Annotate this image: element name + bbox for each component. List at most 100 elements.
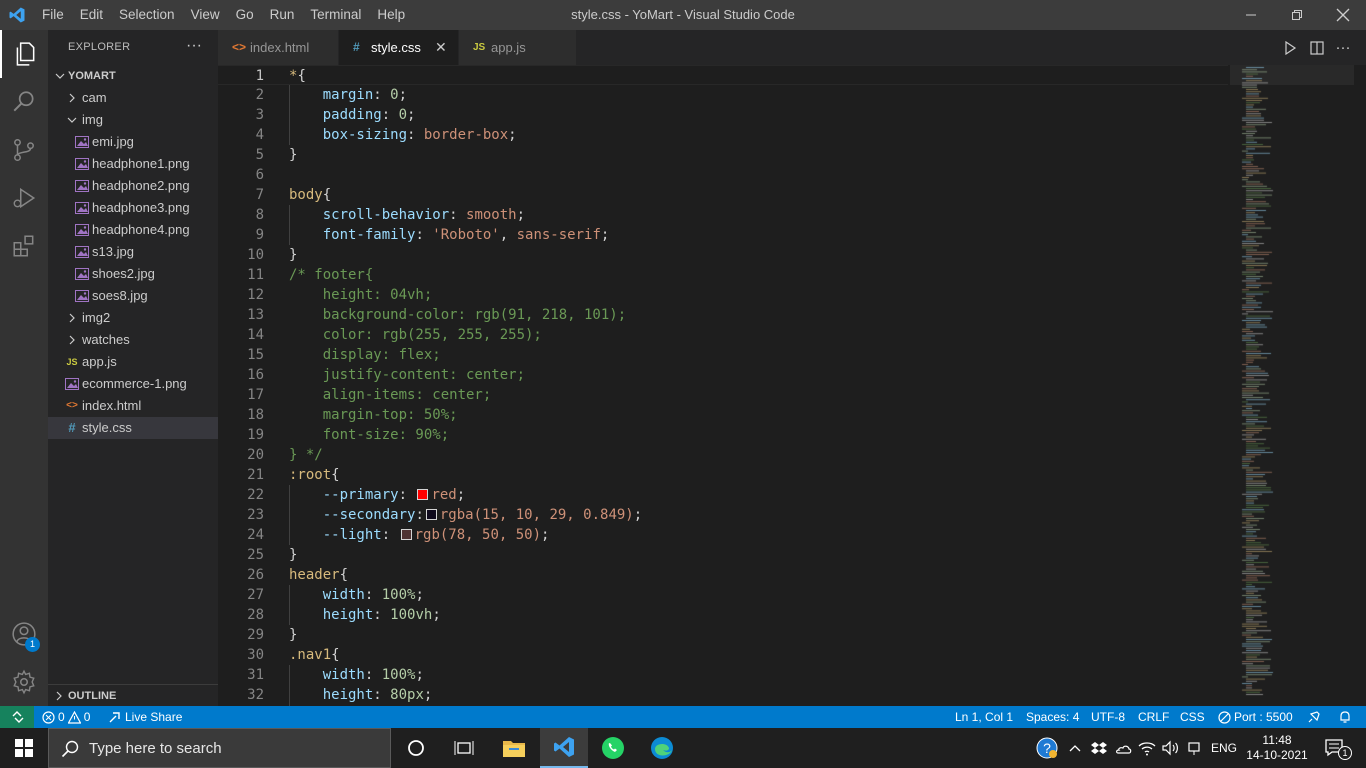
search-activity-button[interactable] <box>0 78 48 126</box>
code-line[interactable]: 17 align-items: center; <box>218 385 1228 405</box>
run-debug-activity-button[interactable] <box>0 174 48 222</box>
menu-go[interactable]: Go <box>228 0 262 30</box>
help-tray-icon[interactable]: ? <box>1034 728 1060 768</box>
close-tab-icon[interactable]: ✕ <box>435 30 447 65</box>
code-line[interactable]: 20} */ <box>218 445 1228 465</box>
code-line[interactable]: 31 width: 100%; <box>218 665 1228 685</box>
task-view-button[interactable] <box>440 728 488 768</box>
ethernet-tray-icon[interactable] <box>1184 728 1204 768</box>
manage-activity-button[interactable] <box>0 658 48 706</box>
volume-tray-icon[interactable] <box>1160 728 1182 768</box>
code-line[interactable]: 13 background-color: rgb(91, 218, 101); <box>218 305 1228 325</box>
tree-file-headphone1-png[interactable]: headphone1.png <box>48 153 218 175</box>
code-line[interactable]: 30 .nav1{ <box>218 645 1228 665</box>
network-tray-icon[interactable] <box>1136 728 1158 768</box>
tree-folder-img2[interactable]: img2 <box>48 307 218 329</box>
explorer-activity-button[interactable] <box>0 30 48 78</box>
tree-file-shoes2-jpg[interactable]: shoes2.jpg <box>48 263 218 285</box>
tree-file-soes8-jpg[interactable]: soes8.jpg <box>48 285 218 307</box>
code-line[interactable]: 6 <box>218 165 1228 185</box>
show-hidden-icons-button[interactable] <box>1066 728 1084 768</box>
explorer-more-button[interactable]: ··· <box>186 30 202 65</box>
remote-button[interactable] <box>0 706 34 728</box>
code-line[interactable]: 18 margin-top: 50%; <box>218 405 1228 425</box>
code-line[interactable]: 1 *{ <box>218 65 1228 85</box>
input-language-indicator[interactable]: ENG <box>1208 728 1240 768</box>
code-line[interactable]: 7 body{ <box>218 185 1228 205</box>
split-editor-button[interactable] <box>1304 30 1330 65</box>
code-line[interactable]: 22 --primary: red; <box>218 485 1228 505</box>
whatsapp-taskbar-button[interactable] <box>589 728 637 768</box>
encoding-selector[interactable]: UTF-8 <box>1091 706 1125 728</box>
code-line[interactable]: 23 --secondary: rgba(15, 10, 29, 0.849); <box>218 505 1228 525</box>
code-line[interactable]: 4 box-sizing: border-box; <box>218 125 1228 145</box>
action-center-button[interactable]: 1 <box>1318 728 1352 768</box>
code-line[interactable]: 14 color: rgb(255, 255, 255); <box>218 325 1228 345</box>
code-line[interactable]: 8 scroll-behavior: smooth; <box>218 205 1228 225</box>
editor-more-button[interactable]: ··· <box>1330 30 1356 65</box>
outline-section[interactable]: OUTLINE <box>48 684 218 706</box>
taskbar-search-box[interactable]: Type here to search <box>48 728 391 768</box>
explorer-root-folder[interactable]: YOMART <box>48 65 218 87</box>
code-line[interactable]: 16 justify-content: center; <box>218 365 1228 385</box>
live-server-port[interactable]: Port : 5500 <box>1218 706 1293 728</box>
problems-button[interactable]: 0 0 <box>42 706 90 728</box>
source-control-activity-button[interactable] <box>0 126 48 174</box>
extensions-activity-button[interactable] <box>0 222 48 270</box>
close-window-button[interactable] <box>1320 0 1366 30</box>
code-line[interactable]: 3 padding: 0; <box>218 105 1228 125</box>
code-line[interactable]: 9 font-family: 'Roboto', sans-serif; <box>218 225 1228 245</box>
code-line[interactable]: 32 height: 80px; <box>218 685 1228 705</box>
indentation-selector[interactable]: Spaces: 4 <box>1026 706 1079 728</box>
code-line[interactable]: 24 --light: rgb(78, 50, 50); <box>218 525 1228 545</box>
restore-button[interactable] <box>1274 0 1320 30</box>
tree-file-s13-jpg[interactable]: s13.jpg <box>48 241 218 263</box>
menu-terminal[interactable]: Terminal <box>302 0 369 30</box>
menu-selection[interactable]: Selection <box>111 0 183 30</box>
code-line[interactable]: 5} <box>218 145 1228 165</box>
vscode-logo-icon[interactable] <box>8 6 26 24</box>
dropbox-tray-icon[interactable] <box>1088 728 1110 768</box>
cursor-position[interactable]: Ln 1, Col 1 <box>955 706 1013 728</box>
run-file-button[interactable] <box>1277 30 1303 65</box>
code-line[interactable]: 12 height: 04vh; <box>218 285 1228 305</box>
code-line[interactable]: 27 width: 100%; <box>218 585 1228 605</box>
accounts-activity-button[interactable]: 1 <box>0 610 48 658</box>
menu-view[interactable]: View <box>183 0 228 30</box>
onedrive-tray-icon[interactable] <box>1112 728 1134 768</box>
menu-file[interactable]: File <box>34 0 72 30</box>
color-swatch[interactable] <box>400 529 412 540</box>
color-swatch[interactable] <box>425 509 437 520</box>
code-line[interactable]: 26 header{ <box>218 565 1228 585</box>
code-line[interactable]: 28 height: 100vh; <box>218 605 1228 625</box>
menu-run[interactable]: Run <box>262 0 303 30</box>
code-line[interactable]: 29} <box>218 625 1228 645</box>
tree-file-ecommerce-1-png[interactable]: ecommerce-1.png <box>48 373 218 395</box>
tree-file-headphone2-png[interactable]: headphone2.png <box>48 175 218 197</box>
language-selector[interactable]: CSS <box>1180 706 1205 728</box>
tree-file-app-js[interactable]: JS app.js <box>48 351 218 373</box>
tree-file-headphone4-png[interactable]: headphone4.png <box>48 219 218 241</box>
code-editor[interactable]: 1 *{2 margin: 0; 3 padding: 0; 4 box-sizing… <box>218 65 1366 706</box>
tree-folder-img[interactable]: img <box>48 109 218 131</box>
color-swatch[interactable] <box>417 489 429 500</box>
code-line[interactable]: 21:root{ <box>218 465 1228 485</box>
vscode-taskbar-button[interactable] <box>540 728 588 768</box>
cortana-button[interactable] <box>392 728 440 768</box>
code-line[interactable]: 11 /* footer{ <box>218 265 1228 285</box>
eol-selector[interactable]: CRLF <box>1138 706 1169 728</box>
live-share-button[interactable]: Live Share <box>108 706 182 728</box>
code-line[interactable]: 10} <box>218 245 1228 265</box>
edge-taskbar-button[interactable] <box>638 728 686 768</box>
code-line[interactable]: 2 margin: 0; <box>218 85 1228 105</box>
start-button[interactable] <box>0 728 48 768</box>
tree-file-index-html[interactable]: <> index.html <box>48 395 218 417</box>
notifications-button[interactable] <box>1338 706 1352 728</box>
code-line[interactable]: 15 display: flex; <box>218 345 1228 365</box>
minimap[interactable] <box>1234 65 1354 706</box>
file-explorer-taskbar-button[interactable] <box>490 728 538 768</box>
code-line[interactable]: 19 font-size: 90%; <box>218 425 1228 445</box>
clock[interactable]: 11:48 14-10-2021 <box>1244 728 1310 768</box>
menu-edit[interactable]: Edit <box>72 0 111 30</box>
tab-app-js[interactable]: JS app.js <box>459 30 577 65</box>
